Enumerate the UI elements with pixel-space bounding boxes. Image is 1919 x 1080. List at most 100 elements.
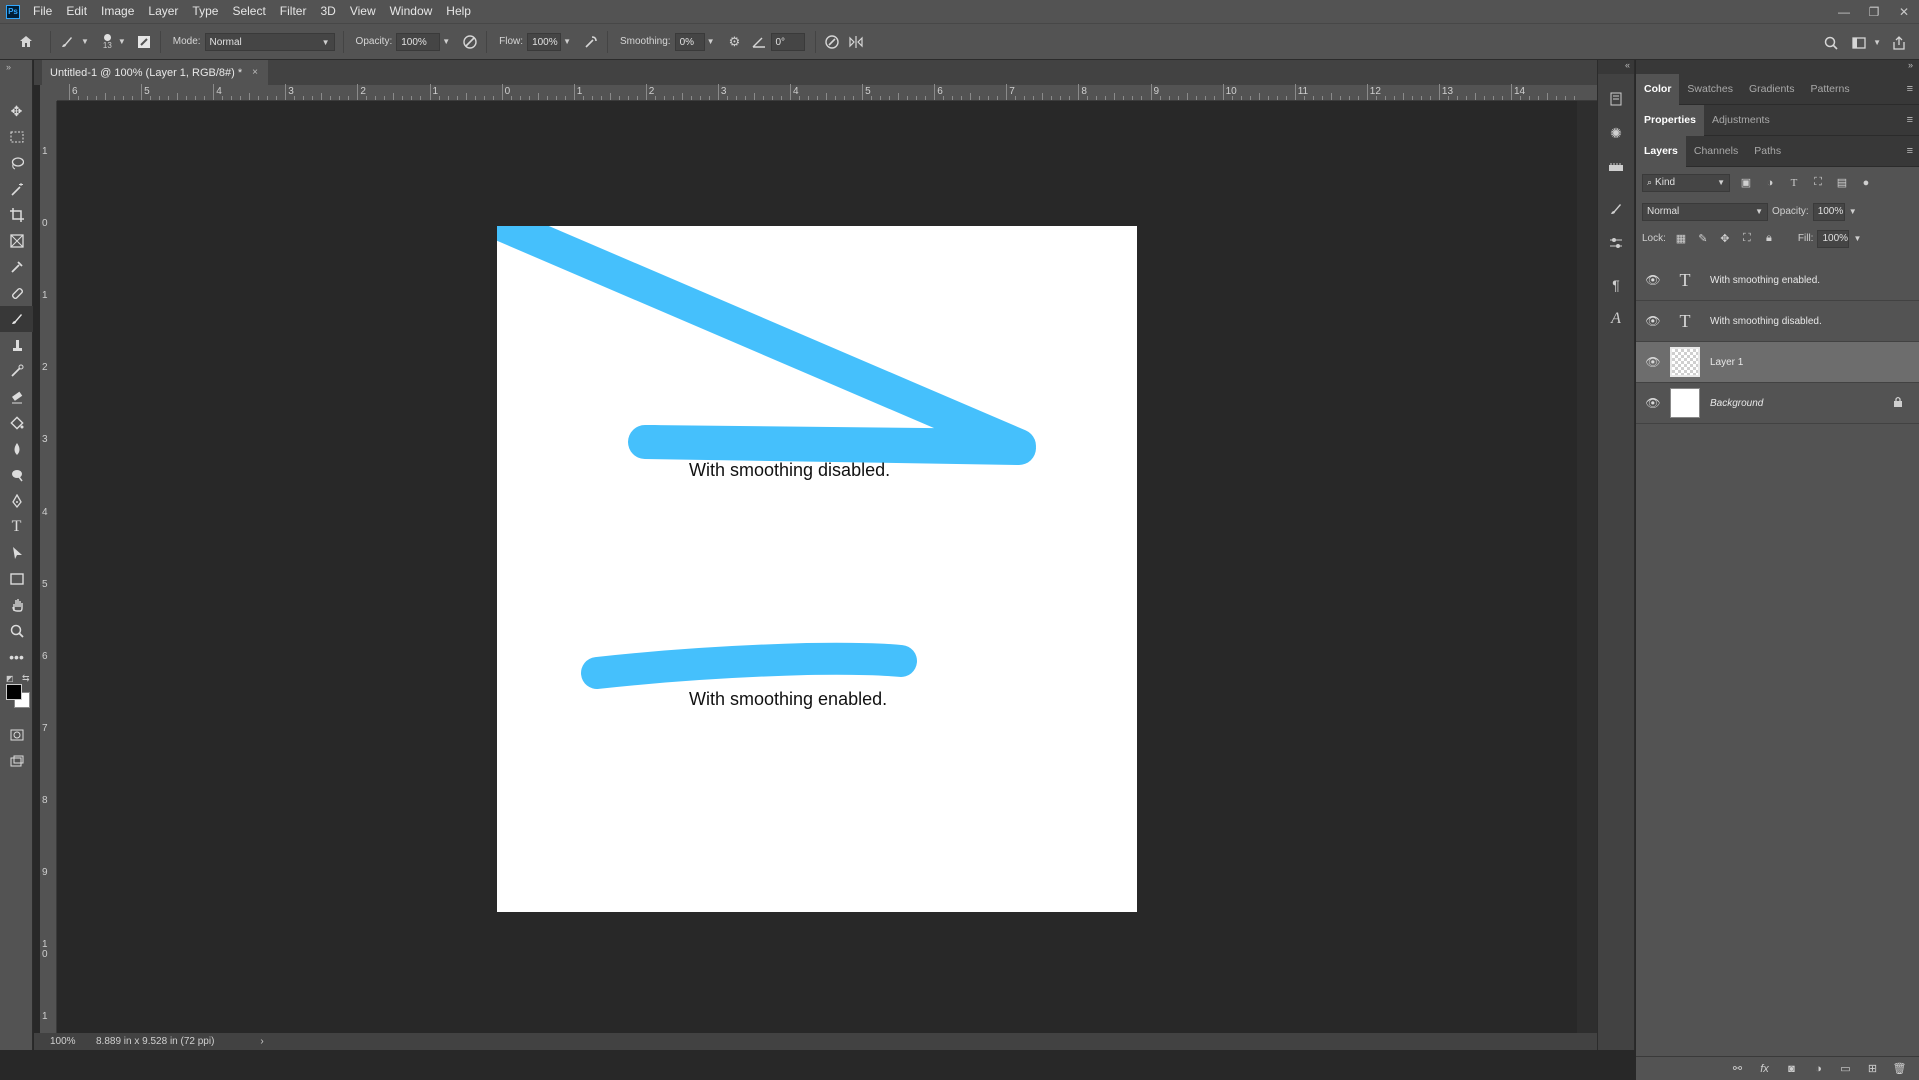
more-tools-icon[interactable]: •••	[0, 644, 33, 670]
layer-row[interactable]: 👁︎ Background	[1636, 383, 1919, 424]
layer-row[interactable]: 👁︎ T With smoothing enabled.	[1636, 260, 1919, 301]
quick-mask-icon[interactable]	[0, 722, 33, 748]
delete-layer-icon[interactable]: 🗑︎	[1886, 1062, 1913, 1075]
menu-edit[interactable]: Edit	[59, 0, 94, 23]
menu-type[interactable]: Type	[185, 0, 225, 23]
tab-layers[interactable]: Layers	[1636, 135, 1686, 167]
chevron-down-icon[interactable]: ▼	[118, 37, 126, 46]
chevron-down-icon[interactable]: ▼	[442, 37, 450, 46]
magic-wand-tool-icon[interactable]	[0, 176, 33, 202]
panel-menu-icon[interactable]: ≡	[1907, 83, 1913, 95]
horizontal-ruler[interactable]: 6 5 4 3 2 1 0 1 2 3 4 5 6 7 8 9 10 11 12 13 14	[57, 84, 1597, 101]
tab-color[interactable]: Color	[1636, 73, 1680, 105]
panel-menu-icon[interactable]: ≡	[1907, 114, 1913, 126]
blur-tool-icon[interactable]	[0, 436, 33, 462]
document-tab[interactable]: Untitled-1 @ 100% (Layer 1, RGB/8#) * ×	[42, 60, 268, 85]
brush-settings-panel-icon[interactable]	[1598, 226, 1634, 260]
eye-icon[interactable]: 👁︎	[1642, 396, 1664, 410]
restore-button[interactable]: ❐	[1859, 0, 1889, 23]
tab-adjustments[interactable]: Adjustments	[1704, 105, 1778, 136]
close-window-button[interactable]: ✕	[1889, 0, 1919, 23]
eraser-tool-icon[interactable]	[0, 384, 33, 410]
paragraph-panel-icon[interactable]: ¶	[1598, 268, 1634, 302]
menu-image[interactable]: Image	[94, 0, 141, 23]
lock-image-icon[interactable]: ✎	[1692, 232, 1714, 245]
gear-icon[interactable]: ⚙	[723, 30, 747, 54]
airbrush-icon[interactable]	[579, 30, 603, 54]
layer-row[interactable]: 👁︎ Layer 1	[1636, 342, 1919, 383]
fill-field[interactable]: 100%	[1817, 229, 1850, 248]
type-tool-icon[interactable]: T	[0, 514, 33, 540]
eye-icon[interactable]: 👁︎	[1642, 355, 1664, 369]
flow-field[interactable]: 100%	[527, 32, 562, 51]
collapse-panels-icon[interactable]: »	[1636, 60, 1919, 74]
zoom-tool-icon[interactable]	[0, 618, 33, 644]
character-panel-icon[interactable]: A	[1598, 302, 1634, 336]
mode-select[interactable]: Normal ▼	[204, 32, 335, 51]
brushes-panel-icon[interactable]	[1598, 192, 1634, 226]
new-layer-icon[interactable]: ⊞	[1859, 1062, 1886, 1075]
panel-menu-icon[interactable]: ≡	[1907, 145, 1913, 157]
menu-file[interactable]: File	[26, 0, 59, 23]
pixel-filter-icon[interactable]: ▣	[1734, 176, 1758, 189]
workspace-icon[interactable]	[1847, 31, 1871, 55]
layer-opacity-field[interactable]: 100%	[1812, 202, 1845, 221]
healing-brush-tool-icon[interactable]	[0, 280, 33, 306]
lock-transparent-icon[interactable]: ▦	[1670, 232, 1692, 245]
filter-toggle-icon[interactable]: ●	[1854, 177, 1878, 189]
add-mask-icon[interactable]: ◙	[1778, 1063, 1805, 1075]
new-group-icon[interactable]: ▭	[1832, 1062, 1859, 1075]
home-icon[interactable]	[14, 30, 38, 54]
foreground-color-swatch[interactable]	[6, 684, 22, 700]
path-selection-tool-icon[interactable]	[0, 540, 33, 566]
chevron-down-icon[interactable]: ▼	[81, 37, 89, 46]
screen-mode-icon[interactable]	[0, 748, 33, 774]
adjustment-layer-icon[interactable]: ◑	[1805, 1063, 1832, 1075]
menu-select[interactable]: Select	[225, 0, 272, 23]
brush-preset-icon[interactable]	[55, 30, 79, 54]
paint-bucket-tool-icon[interactable]	[0, 410, 33, 436]
crop-tool-icon[interactable]	[0, 202, 33, 228]
eye-icon[interactable]: 👁︎	[1642, 314, 1664, 328]
layer-style-icon[interactable]: fx	[1751, 1063, 1778, 1075]
smoothing-field[interactable]: 0%	[674, 32, 705, 51]
shape-filter-icon[interactable]: ⛶	[1806, 176, 1830, 189]
close-tab-icon[interactable]: ×	[252, 67, 258, 78]
share-icon[interactable]	[1887, 31, 1911, 55]
adjustment-filter-icon[interactable]: ◑	[1758, 177, 1782, 189]
swap-colors-icon[interactable]: ⇆	[22, 673, 30, 684]
tab-channels[interactable]: Channels	[1686, 136, 1746, 167]
collapse-strip-icon[interactable]: «	[1598, 60, 1634, 74]
smart-object-filter-icon[interactable]: ▤	[1830, 176, 1854, 189]
status-menu-arrow-icon[interactable]: ›	[260, 1036, 263, 1047]
ruler-origin[interactable]	[40, 85, 57, 101]
pressure-opacity-icon[interactable]	[458, 30, 482, 54]
brush-size-picker[interactable]: 13	[103, 33, 112, 50]
blend-mode-select[interactable]: Normal ▼	[1642, 202, 1768, 221]
chevron-down-icon[interactable]: ▼	[1853, 234, 1861, 243]
opacity-field[interactable]: 100%	[396, 32, 441, 51]
tab-properties[interactable]: Properties	[1636, 104, 1704, 136]
menu-layer[interactable]: Layer	[141, 0, 185, 23]
frame-tool-icon[interactable]	[0, 228, 33, 254]
brush-tool-icon[interactable]	[0, 306, 33, 332]
expand-toolbar-icon[interactable]: »	[0, 60, 32, 98]
default-colors-icon[interactable]: ◩	[6, 674, 14, 683]
tab-swatches[interactable]: Swatches	[1679, 74, 1741, 105]
lasso-tool-icon[interactable]	[0, 150, 33, 176]
learn-panel-icon[interactable]: ✺	[1598, 116, 1634, 150]
brush-settings-icon[interactable]	[132, 30, 156, 54]
pen-tool-icon[interactable]	[0, 488, 33, 514]
canvas-scrollbar[interactable]	[1577, 101, 1597, 1033]
angle-field[interactable]: 0°	[770, 32, 805, 51]
document-canvas[interactable]: With smoothing disabled. With smoothing …	[497, 226, 1137, 912]
eye-icon[interactable]: 👁︎	[1642, 273, 1664, 287]
type-filter-icon[interactable]: T	[1782, 177, 1806, 189]
menu-3d[interactable]: 3D	[313, 0, 342, 23]
search-icon[interactable]	[1819, 31, 1843, 55]
history-brush-tool-icon[interactable]	[0, 358, 33, 384]
tab-gradients[interactable]: Gradients	[1741, 74, 1803, 105]
vertical-ruler[interactable]: 101234567891 01	[40, 101, 57, 1033]
chevron-down-icon[interactable]: ▼	[707, 37, 715, 46]
clone-stamp-tool-icon[interactable]	[0, 332, 33, 358]
